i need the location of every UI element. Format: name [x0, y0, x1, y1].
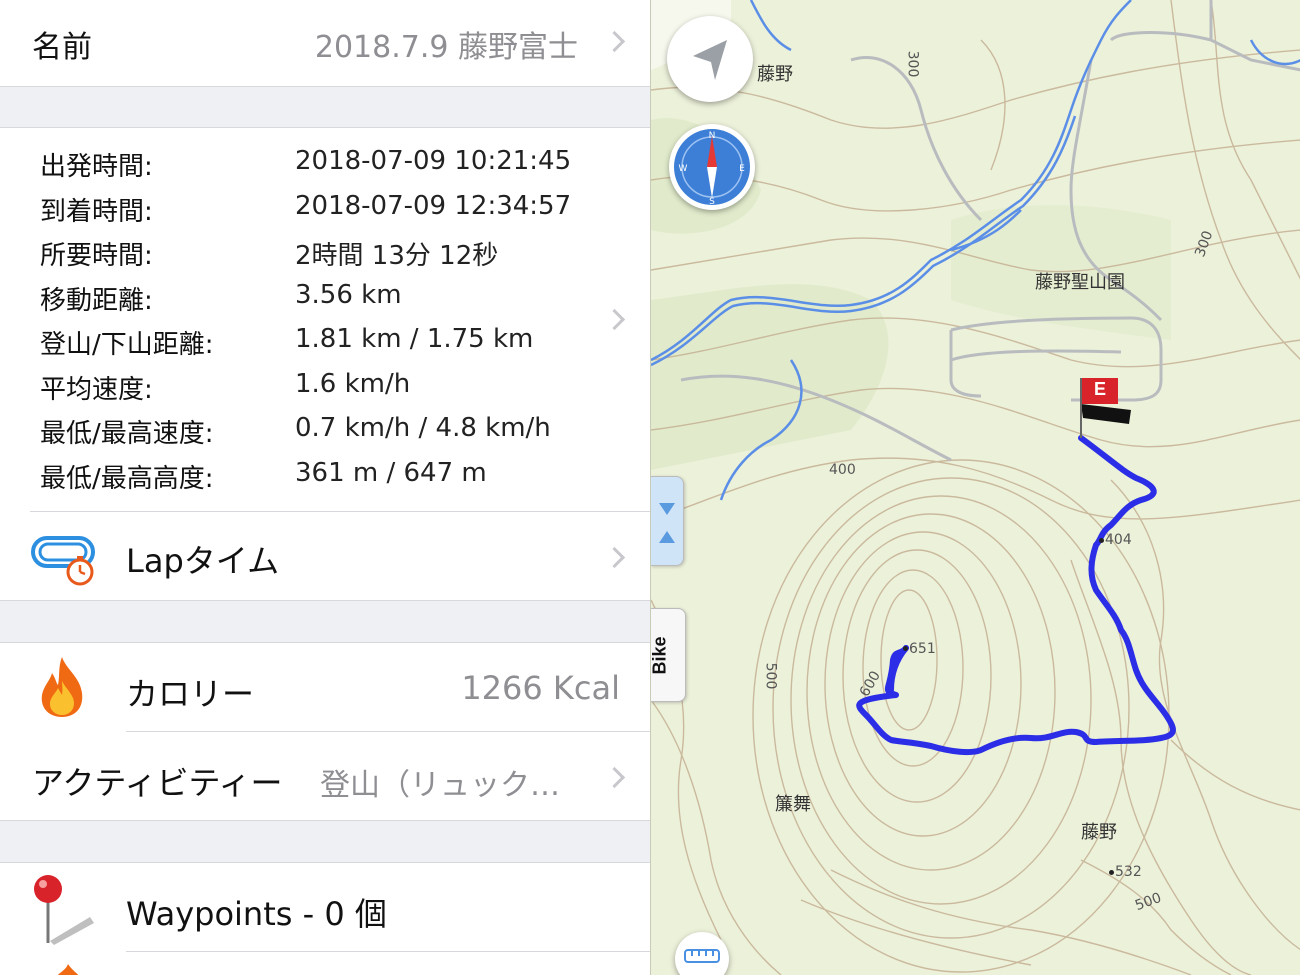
divider: [126, 951, 650, 952]
stat-key: 移動距離:: [40, 286, 153, 316]
stat-key: 到着時間:: [40, 197, 153, 227]
bike-mode-tab[interactable]: Bike: [651, 608, 686, 702]
svg-text:E: E: [739, 164, 745, 174]
end-flag-icon: E: [1077, 376, 1137, 440]
stat-key: 登山/下山距離:: [40, 330, 214, 360]
stat-arrival: 到着時間: 2018-07-09 12:34:57: [0, 187, 650, 231]
waypoints-label: Waypoints - 0 個: [126, 895, 387, 933]
stat-value: 2時間 13分 12秒: [295, 241, 499, 271]
stat-value: 361 m / 647 m: [295, 458, 487, 488]
place-name: 藤野聖山園: [1035, 272, 1125, 293]
calorie-row: カロリー 1266 Kcal: [0, 643, 650, 731]
spot-height-marker: [903, 646, 908, 651]
section-separator: [0, 86, 650, 128]
spot-height-label: 532: [1115, 864, 1142, 880]
chevron-right-icon: [603, 30, 626, 53]
stat-speed-range: 最低/最高速度: 0.7 km/h / 4.8 km/h: [0, 409, 650, 453]
stat-avg-speed: 平均速度: 1.6 km/h: [0, 365, 650, 409]
name-value: 2018.7.9 藤野富士: [314, 30, 578, 65]
location-arrow-icon: [693, 40, 727, 80]
stat-altitude-range: 最低/最高高度: 361 m / 647 m: [0, 454, 650, 498]
svg-text:S: S: [709, 197, 715, 207]
stat-distance: 移動距離: 3.56 km: [0, 276, 650, 320]
flame-icon: [36, 655, 88, 719]
locate-button[interactable]: [667, 16, 753, 102]
lap-time-label: Lapタイム: [126, 542, 280, 580]
place-name: 藤野: [757, 64, 793, 85]
contour-label: 300: [904, 50, 921, 78]
compass-icon: N W E S: [674, 129, 750, 207]
spot-height-marker: [1099, 538, 1104, 543]
lap-stopwatch-icon: [30, 532, 100, 588]
chevron-right-icon: [603, 546, 626, 569]
stat-value: 1.81 km / 1.75 km: [295, 324, 534, 354]
activity-label: アクティビティー: [32, 764, 283, 802]
spot-height-label: 651: [909, 641, 936, 657]
activity-row[interactable]: アクティビティー 登山（リュック…: [0, 732, 650, 820]
lap-time-row[interactable]: Lapタイム: [0, 512, 650, 600]
stat-key: 平均速度:: [40, 375, 153, 405]
stat-value: 2018-07-09 10:21:45: [295, 146, 572, 176]
name-label: 名前: [32, 30, 92, 65]
stat-climb-descent: 登山/下山距離: 1.81 km / 1.75 km: [0, 320, 650, 364]
section-separator: [0, 820, 650, 863]
stat-key: 最低/最高速度:: [40, 419, 214, 449]
track-details-panel: 名前 2018.7.9 藤野富士 出発時間: 2018-07-09 10:21:…: [0, 0, 650, 975]
spot-height-label: 404: [1105, 532, 1132, 548]
ruler-icon: [684, 949, 720, 963]
contour-label: 400: [829, 462, 856, 478]
stat-key: 最低/最高高度:: [40, 464, 214, 494]
stat-value: 0.7 km/h / 4.8 km/h: [295, 413, 551, 443]
flame-icon: [56, 962, 80, 975]
bike-tab-label: Bike: [650, 636, 670, 675]
waypoints-row[interactable]: Waypoints - 0 個: [0, 863, 650, 951]
spot-height-marker: [1109, 870, 1114, 875]
activity-value: 登山（リュック…: [320, 768, 560, 803]
place-name: 藤野: [1081, 822, 1117, 843]
stat-value: 3.56 km: [295, 280, 402, 310]
pin-icon: [28, 871, 98, 947]
stat-value: 2018-07-09 12:34:57: [295, 191, 572, 221]
stat-duration: 所要時間: 2時間 13分 12秒: [0, 231, 650, 275]
stat-value: 1.6 km/h: [295, 369, 411, 399]
collapse-panel-tab[interactable]: [651, 476, 684, 566]
svg-text:N: N: [709, 131, 716, 141]
stats-row[interactable]: 出発時間: 2018-07-09 10:21:45 到着時間: 2018-07-…: [0, 128, 650, 510]
place-name: 簾舞: [775, 794, 811, 815]
svg-text:W: W: [679, 164, 688, 174]
up-down-arrows-icon: [659, 503, 675, 543]
map-view[interactable]: E 404 651 532 300 300 400 500 500 600 藤野…: [650, 0, 1300, 975]
flag-letter: E: [1094, 379, 1107, 399]
name-row[interactable]: 名前 2018.7.9 藤野富士: [0, 0, 650, 86]
stat-departure: 出発時間: 2018-07-09 10:21:45: [0, 142, 650, 186]
stat-key: 所要時間:: [40, 241, 153, 271]
chevron-right-icon: [603, 766, 626, 789]
compass-button[interactable]: N W E S: [669, 124, 755, 210]
contour-label: 500: [762, 662, 779, 690]
calorie-value: 1266 Kcal: [461, 669, 620, 707]
calorie-label: カロリー: [126, 675, 255, 713]
stat-key: 出発時間:: [40, 152, 153, 182]
ruler-button[interactable]: [675, 932, 729, 975]
section-separator: [0, 600, 650, 643]
